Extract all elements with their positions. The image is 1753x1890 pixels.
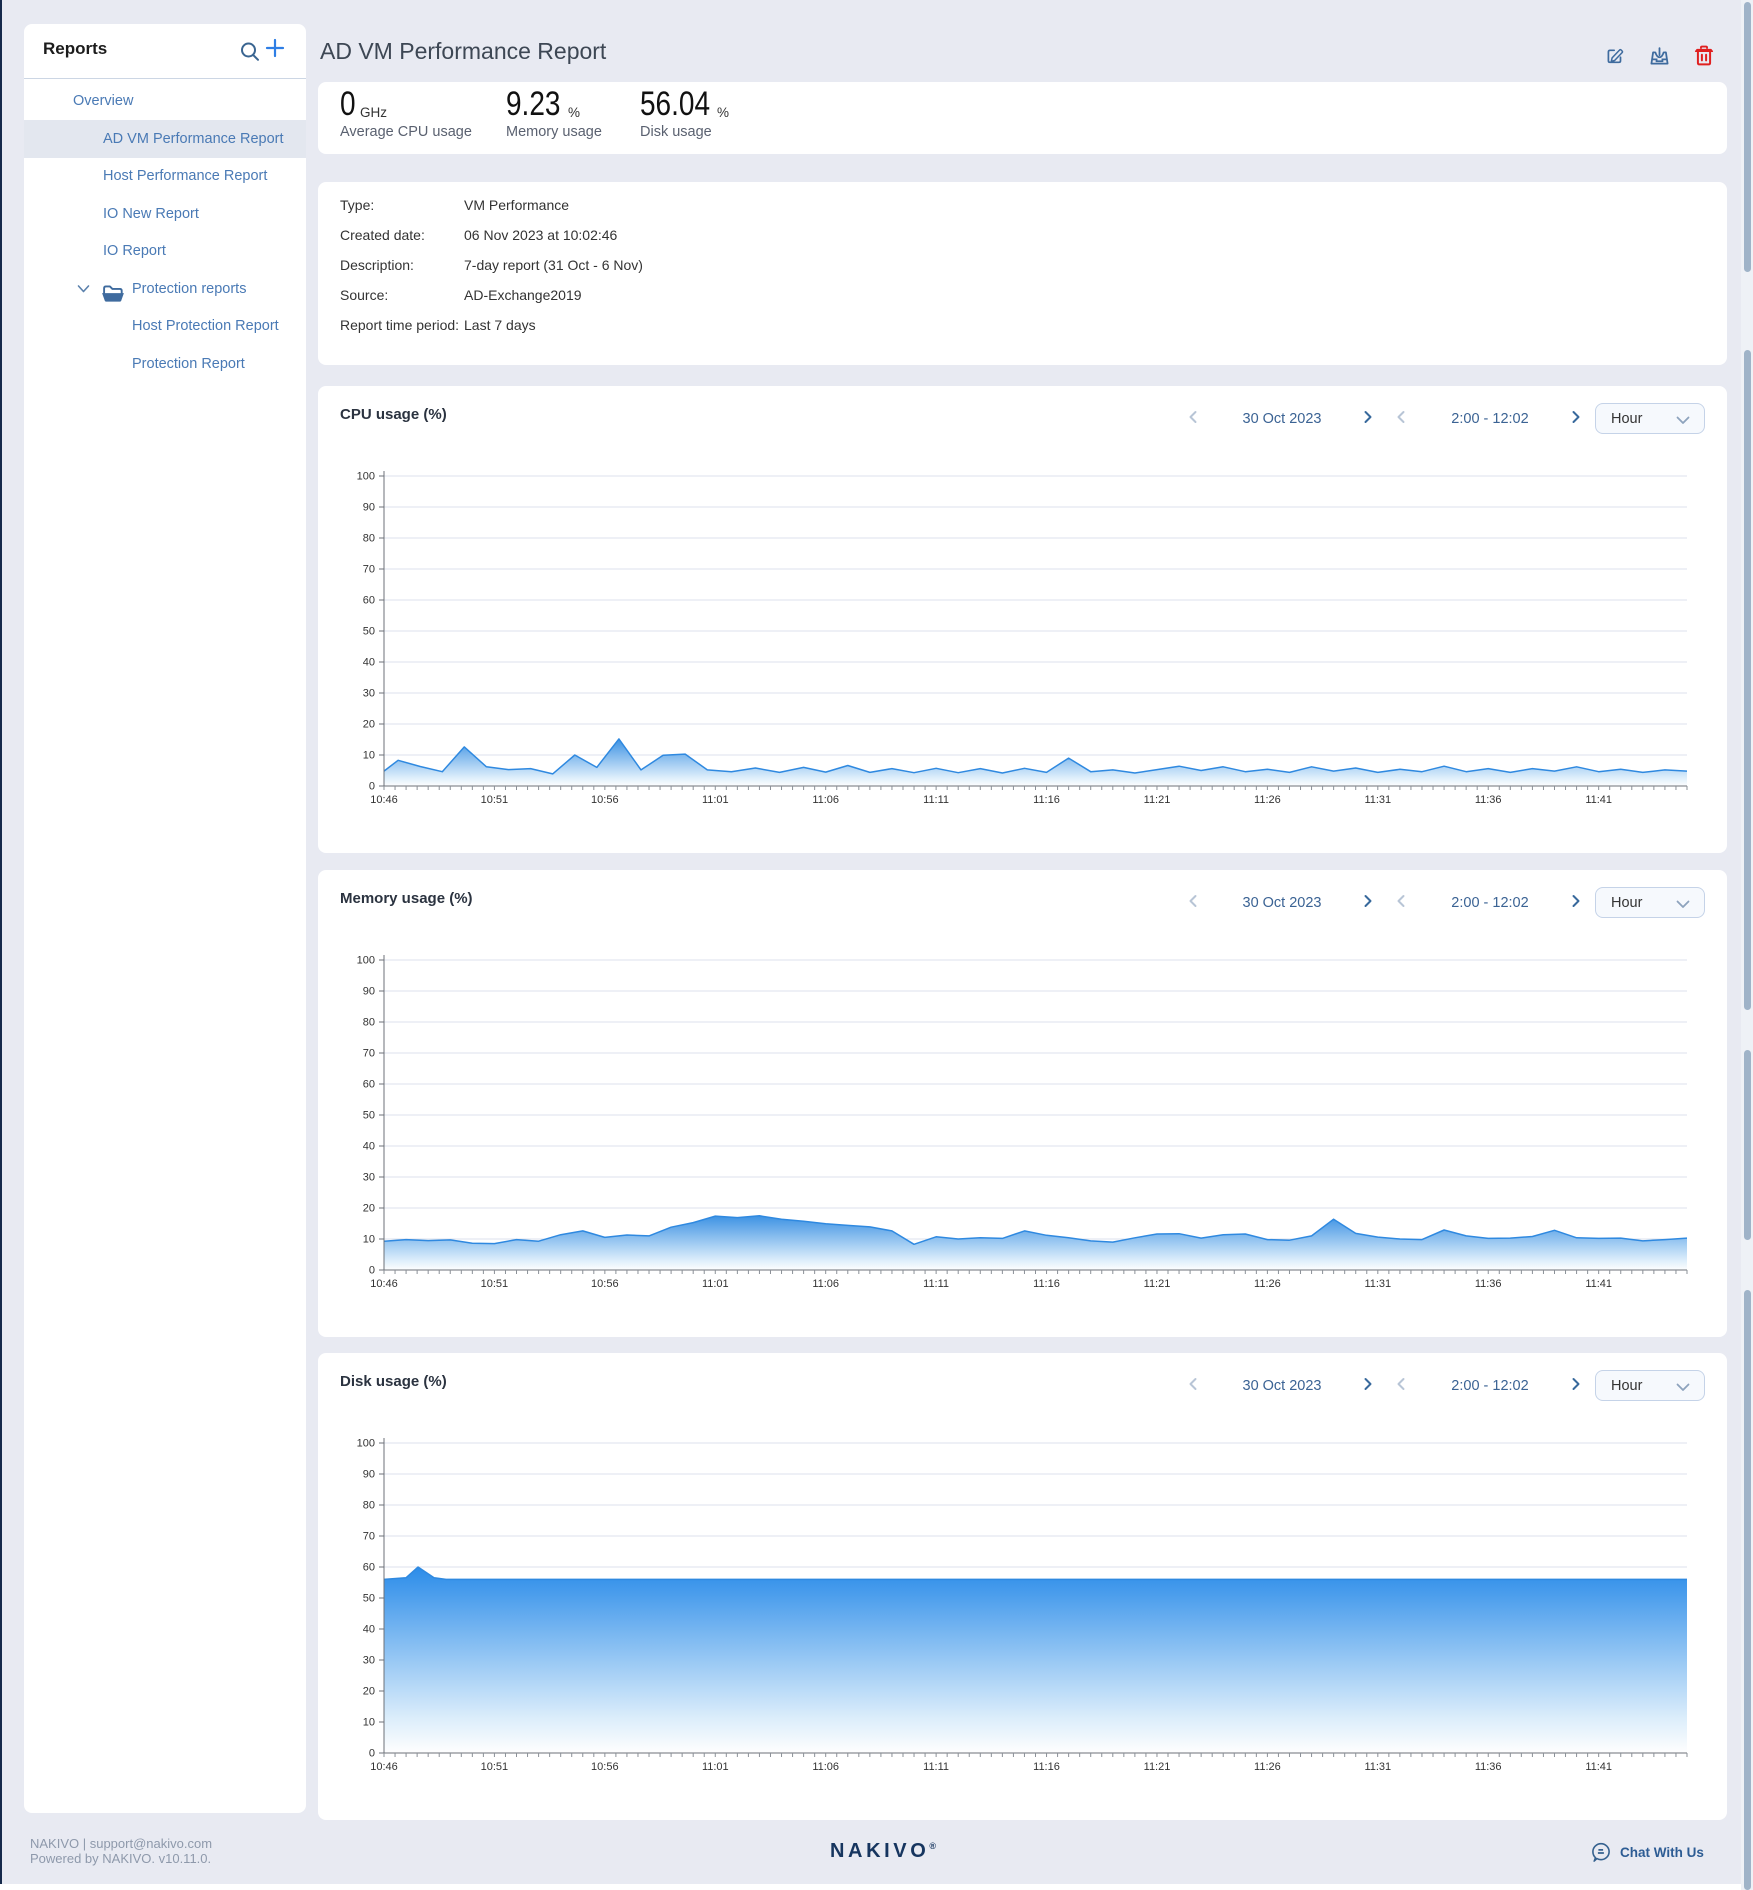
svg-text:11:01: 11:01 (702, 1278, 729, 1290)
svg-text:30: 30 (363, 1654, 375, 1666)
svg-text:10:46: 10:46 (370, 1278, 398, 1290)
svg-text:0: 0 (369, 780, 375, 792)
svg-text:60: 60 (363, 1078, 375, 1090)
svg-text:11:06: 11:06 (812, 794, 839, 806)
svg-text:50: 50 (363, 1592, 375, 1604)
svg-text:100: 100 (357, 1437, 375, 1449)
svg-text:10:56: 10:56 (591, 794, 619, 806)
svg-text:40: 40 (363, 1140, 375, 1152)
svg-text:90: 90 (363, 985, 375, 997)
svg-text:11:01: 11:01 (702, 1761, 729, 1773)
svg-text:30: 30 (363, 687, 375, 699)
svg-text:10:56: 10:56 (591, 1761, 619, 1773)
svg-text:0: 0 (369, 1747, 375, 1759)
svg-text:11:21: 11:21 (1144, 1278, 1171, 1290)
svg-text:10:51: 10:51 (481, 1761, 509, 1773)
svg-text:100: 100 (357, 470, 375, 482)
svg-text:80: 80 (363, 1016, 375, 1028)
svg-text:11:21: 11:21 (1144, 794, 1171, 806)
svg-text:20: 20 (363, 718, 375, 730)
svg-text:10:51: 10:51 (481, 794, 509, 806)
svg-text:10: 10 (363, 1233, 375, 1245)
svg-text:60: 60 (363, 1561, 375, 1573)
svg-text:70: 70 (363, 1047, 375, 1059)
svg-text:11:06: 11:06 (812, 1761, 839, 1773)
svg-text:10: 10 (363, 749, 375, 761)
svg-text:11:26: 11:26 (1254, 1761, 1281, 1773)
svg-text:20: 20 (363, 1685, 375, 1697)
svg-text:10: 10 (363, 1716, 375, 1728)
svg-text:11:11: 11:11 (923, 794, 949, 806)
svg-text:11:06: 11:06 (812, 1278, 839, 1290)
svg-text:11:16: 11:16 (1033, 1278, 1060, 1290)
svg-text:20: 20 (363, 1202, 375, 1214)
svg-text:10:46: 10:46 (370, 1761, 398, 1773)
svg-text:11:41: 11:41 (1585, 1761, 1612, 1773)
svg-text:70: 70 (363, 563, 375, 575)
svg-text:40: 40 (363, 656, 375, 668)
svg-text:60: 60 (363, 594, 375, 606)
svg-text:70: 70 (363, 1530, 375, 1542)
svg-text:11:36: 11:36 (1475, 1761, 1502, 1773)
svg-text:90: 90 (363, 501, 375, 513)
svg-text:10:51: 10:51 (481, 1278, 509, 1290)
svg-text:11:31: 11:31 (1364, 1761, 1391, 1773)
svg-text:50: 50 (363, 625, 375, 637)
svg-text:11:36: 11:36 (1475, 1278, 1502, 1290)
svg-text:100: 100 (357, 954, 375, 966)
svg-text:0: 0 (369, 1264, 375, 1276)
svg-text:11:01: 11:01 (702, 794, 729, 806)
svg-text:11:16: 11:16 (1033, 794, 1060, 806)
svg-text:11:36: 11:36 (1475, 794, 1502, 806)
svg-text:80: 80 (363, 1499, 375, 1511)
svg-text:10:56: 10:56 (591, 1278, 619, 1290)
svg-text:11:41: 11:41 (1585, 1278, 1612, 1290)
svg-text:11:11: 11:11 (923, 1761, 949, 1773)
svg-text:11:26: 11:26 (1254, 794, 1281, 806)
svg-text:10:46: 10:46 (370, 794, 398, 806)
svg-text:11:31: 11:31 (1364, 794, 1391, 806)
svg-text:80: 80 (363, 532, 375, 544)
svg-text:11:26: 11:26 (1254, 1278, 1281, 1290)
svg-text:11:31: 11:31 (1364, 1278, 1391, 1290)
svg-text:50: 50 (363, 1109, 375, 1121)
svg-text:30: 30 (363, 1171, 375, 1183)
svg-text:40: 40 (363, 1623, 375, 1635)
svg-text:11:21: 11:21 (1144, 1761, 1171, 1773)
svg-text:11:41: 11:41 (1585, 794, 1612, 806)
svg-text:11:11: 11:11 (923, 1278, 949, 1290)
svg-text:11:16: 11:16 (1033, 1761, 1060, 1773)
svg-text:90: 90 (363, 1468, 375, 1480)
